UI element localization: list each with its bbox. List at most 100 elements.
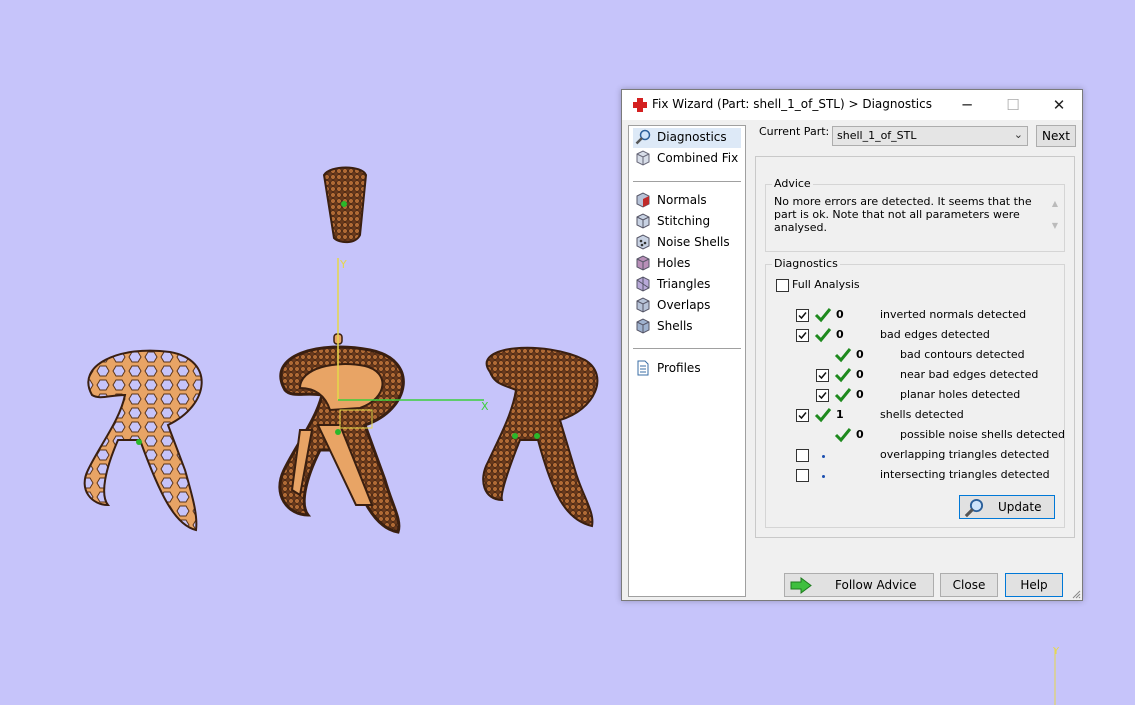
noise-shells-icon xyxy=(636,234,650,250)
maximize-button[interactable]: ☐ xyxy=(990,90,1036,120)
resize-grip-icon[interactable] xyxy=(1071,589,1081,599)
nav-item-label: Noise Shells xyxy=(657,235,730,249)
near-bad-edges-checkbox[interactable] xyxy=(816,369,829,382)
normals-cube-icon xyxy=(636,192,650,208)
nav-item-label: Normals xyxy=(657,193,707,207)
cube-icon xyxy=(636,150,650,166)
full-analysis-label: Full Analysis xyxy=(792,278,860,291)
magnifier-icon xyxy=(964,498,984,518)
shells-text: shells detected xyxy=(880,408,964,421)
advice-scrollbar[interactable]: ▲ ▼ xyxy=(1050,193,1060,237)
bad-edges-text: bad edges detected xyxy=(880,328,990,341)
bail-model[interactable] xyxy=(322,166,368,244)
mini-axis-indicator: Y xyxy=(1052,646,1060,705)
shells-checkbox[interactable] xyxy=(796,409,809,422)
nav-item-label: Overlaps xyxy=(657,298,711,312)
holes-cube-icon xyxy=(636,255,650,271)
title-bar[interactable]: Fix Wizard (Part: shell_1_of_STL) > Diag… xyxy=(622,90,1082,120)
nav-item-noise-shells[interactable]: Noise Shells xyxy=(633,233,741,253)
noise-shells-text: possible noise shells detected xyxy=(900,428,1066,441)
green-arrow-icon xyxy=(790,577,812,594)
nav-item-label: Shells xyxy=(657,319,693,333)
diagnostics-group-title: Diagnostics xyxy=(772,257,840,270)
follow-advice-button[interactable]: Follow Advice xyxy=(784,573,934,597)
inverted-normals-checkbox[interactable] xyxy=(796,309,809,322)
nav-item-holes[interactable]: Holes xyxy=(633,254,741,274)
close-button[interactable]: Close xyxy=(940,573,998,597)
nav-item-label: Profiles xyxy=(657,361,701,375)
shells-count: 1 xyxy=(836,408,844,421)
pivot-marker xyxy=(512,433,518,439)
advice-group-title: Advice xyxy=(772,177,813,190)
green-check-icon xyxy=(834,428,852,443)
advice-text: No more errors are detected. It seems th… xyxy=(774,195,1032,234)
pivot-marker xyxy=(341,201,347,207)
document-icon xyxy=(637,360,649,376)
nav-item-normals[interactable]: Normals xyxy=(633,191,741,211)
full-analysis-checkbox[interactable] xyxy=(776,279,789,292)
advice-group: Advice No more errors are detected. It s… xyxy=(765,177,1065,252)
nav-item-label: Combined Fix xyxy=(657,151,739,165)
inverted-normals-count: 0 xyxy=(836,308,844,321)
green-check-icon xyxy=(814,328,832,343)
diagnostics-group: Diagnostics Full Analysis 0 inverted nor… xyxy=(765,257,1066,528)
nav-item-combined-fix[interactable]: Combined Fix xyxy=(633,149,741,169)
frame-r-model[interactable] xyxy=(278,333,405,534)
green-check-icon xyxy=(834,348,852,363)
next-button[interactable]: Next xyxy=(1036,125,1076,147)
overlaps-cube-icon xyxy=(636,297,650,313)
follow-advice-label: Follow Advice xyxy=(835,578,917,592)
pave-r-model[interactable] xyxy=(482,346,599,528)
bad-edges-checkbox[interactable] xyxy=(796,329,809,342)
help-button[interactable]: Help xyxy=(1005,573,1063,597)
nav-separator xyxy=(633,181,741,182)
close-window-button[interactable]: ✕ xyxy=(1036,90,1082,120)
update-label: Update xyxy=(998,500,1042,514)
chevron-down-icon: ⌄ xyxy=(1013,128,1023,141)
x-axis-label: X xyxy=(481,400,489,413)
status-dot-icon xyxy=(822,455,825,458)
nav-item-label: Holes xyxy=(657,256,691,270)
nav-item-overlaps[interactable]: Overlaps xyxy=(633,296,741,316)
nav-separator xyxy=(633,348,741,349)
near-bad-edges-count: 0 xyxy=(856,368,864,381)
red-cross-icon xyxy=(633,98,647,112)
near-bad-edges-text: near bad edges detected xyxy=(900,368,1039,381)
honeycomb-r-model[interactable] xyxy=(83,349,203,532)
minimize-button[interactable]: ─ xyxy=(944,90,990,120)
noise-shells-count: 0 xyxy=(856,428,864,441)
pivot-marker xyxy=(534,433,540,439)
nav-item-diagnostics[interactable]: Diagnostics xyxy=(633,128,741,148)
update-button[interactable]: Update xyxy=(959,495,1055,519)
nav-item-label: Triangles xyxy=(657,277,711,291)
nav-item-profiles[interactable]: Profiles xyxy=(633,359,741,379)
planar-holes-text: planar holes detected xyxy=(900,388,1021,401)
bad-contours-text: bad contours detected xyxy=(900,348,1025,361)
nav-item-triangles[interactable]: Triangles xyxy=(633,275,741,295)
nav-item-label: Diagnostics xyxy=(657,130,727,144)
intersecting-triangles-checkbox[interactable] xyxy=(796,469,809,482)
fix-nav-panel: Diagnostics Combined Fix Normals Stitchi… xyxy=(628,125,746,597)
current-part-value: shell_1_of_STL xyxy=(837,129,917,142)
green-check-icon xyxy=(834,368,852,383)
green-check-icon xyxy=(834,388,852,403)
svg-text:Y: Y xyxy=(1052,646,1060,657)
planar-holes-checkbox[interactable] xyxy=(816,389,829,402)
nav-item-label: Stitching xyxy=(657,214,711,228)
nav-item-stitching[interactable]: Stitching xyxy=(633,212,741,232)
bad-edges-count: 0 xyxy=(836,328,844,341)
dialog-title: Fix Wizard (Part: shell_1_of_STL) > Diag… xyxy=(652,97,932,111)
fix-wizard-dialog: Fix Wizard (Part: shell_1_of_STL) > Diag… xyxy=(621,89,1083,601)
status-dot-icon xyxy=(822,475,825,478)
current-part-select[interactable]: shell_1_of_STL ⌄ xyxy=(832,126,1028,146)
magnifier-icon xyxy=(635,129,651,145)
overlapping-triangles-checkbox[interactable] xyxy=(796,449,809,462)
nav-item-shells[interactable]: Shells xyxy=(633,317,741,337)
overlapping-triangles-text: overlapping triangles detected xyxy=(880,448,1050,461)
stitching-cube-icon xyxy=(636,213,650,229)
pivot-marker xyxy=(335,429,341,435)
planar-holes-count: 0 xyxy=(856,388,864,401)
inverted-normals-text: inverted normals detected xyxy=(880,308,1027,321)
bad-contours-count: 0 xyxy=(856,348,864,361)
current-part-label: Current Part: xyxy=(759,125,830,138)
